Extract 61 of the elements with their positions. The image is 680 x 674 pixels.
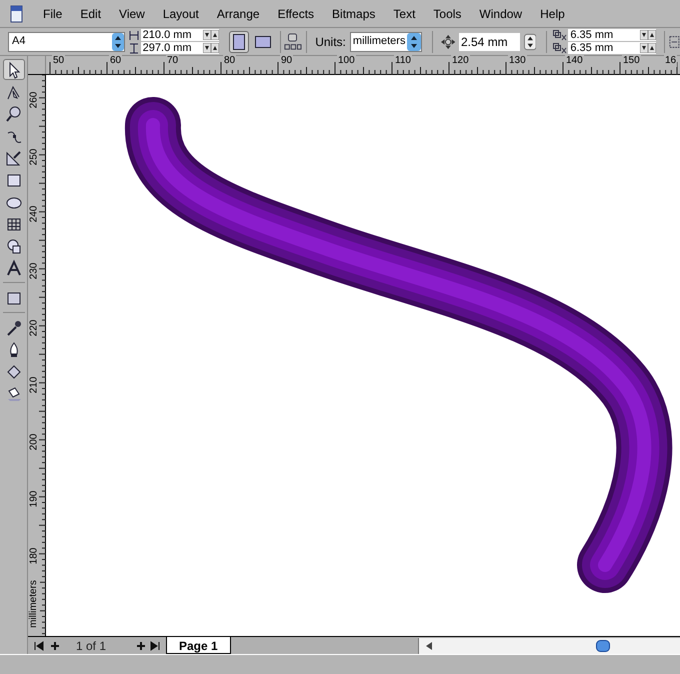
spinner-icon	[640, 43, 656, 53]
menu-item[interactable]: Bitmaps	[323, 4, 384, 22]
menu-item[interactable]: Layout	[154, 4, 208, 22]
add-page-icon	[50, 640, 60, 650]
menu-item[interactable]: Window	[470, 4, 532, 22]
menu-item[interactable]: Text	[384, 4, 424, 22]
paper-size-dropdown[interactable]: A4	[8, 32, 125, 52]
spinner-icon	[524, 32, 536, 50]
snap-icon	[669, 34, 680, 48]
document-icon	[10, 4, 24, 22]
menu-item[interactable]: Arrange	[208, 4, 269, 22]
eyedropper-icon	[4, 318, 22, 336]
duplicate-x-field[interactable]: 6.35 mm	[568, 29, 656, 41]
ruler-label: 200	[29, 434, 39, 450]
ruler-label: 190	[29, 490, 39, 508]
horizontal-scrollbar[interactable]	[418, 638, 680, 654]
scroll-left-icon	[425, 642, 433, 650]
menu-item[interactable]: Effects	[268, 4, 324, 22]
ruler-label: 180	[29, 548, 39, 564]
ruler-label: 220	[29, 320, 39, 336]
spinner-icon	[202, 43, 219, 53]
height-field[interactable]: 297.0 mm	[140, 42, 219, 54]
ruler-label: 250	[29, 148, 39, 166]
width-field[interactable]: 210.0 mm	[140, 29, 219, 41]
diamond-icon	[4, 362, 22, 380]
page-count: 1 of 1	[76, 638, 108, 654]
duplicate-icon	[553, 30, 568, 40]
units-dropdown[interactable]: millimeters	[350, 32, 422, 52]
spin-arrows-icon	[112, 32, 124, 50]
ruler-units: millimeters	[29, 580, 39, 628]
menu-item[interactable]: View	[110, 4, 154, 22]
units-label: Units:	[315, 34, 346, 50]
width-icon	[128, 30, 139, 40]
ruler-label: 210	[29, 376, 39, 394]
ruler-label: 16	[664, 55, 678, 67]
magnifier-icon	[4, 104, 22, 122]
nudge-icon	[440, 34, 455, 50]
last-page-icon	[150, 640, 160, 650]
page-layout-icon	[284, 32, 302, 52]
shapes-icon	[4, 236, 22, 254]
first-page-icon	[34, 640, 44, 650]
landscape-page-icon	[254, 36, 271, 48]
nudge-field[interactable]: 2.54 mm	[459, 32, 520, 50]
ruler-label: 260	[29, 92, 39, 108]
pick-tool-button[interactable]	[2, 59, 24, 80]
ruler-label: 240	[29, 206, 39, 222]
menu-item[interactable]: Tools	[424, 4, 470, 22]
portrait-page-icon	[232, 34, 245, 50]
page-tab[interactable]: Page 1	[166, 637, 231, 654]
ruler-label: 230	[29, 262, 39, 280]
duplicate-icon	[553, 42, 568, 54]
letter-icon	[4, 258, 22, 276]
menu-item[interactable]: File	[34, 4, 72, 22]
duplicate-y-field[interactable]: 6.35 mm	[568, 42, 656, 54]
menu-item[interactable]: Edit	[71, 4, 110, 22]
portrait-button[interactable]	[228, 30, 249, 52]
scroll-thumb	[596, 640, 610, 652]
spin-arrows-icon	[406, 32, 421, 50]
add-page-icon	[136, 640, 146, 650]
menu-item[interactable]: Help	[531, 4, 574, 22]
height-icon	[128, 42, 139, 54]
